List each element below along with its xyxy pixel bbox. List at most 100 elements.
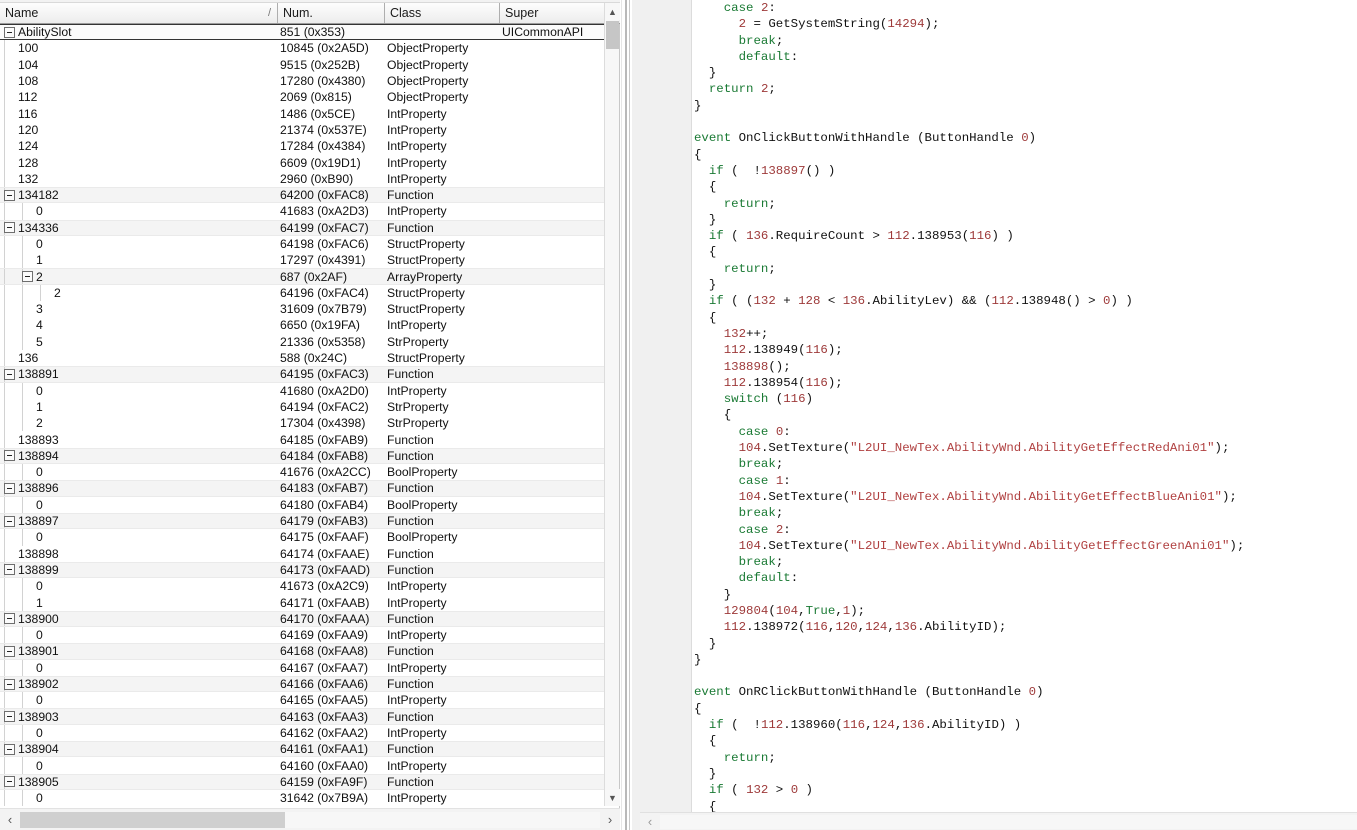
table-row[interactable]: 138904 64161 (0xFAA1) Function bbox=[0, 741, 605, 758]
table-row[interactable]: 116 1486 (0x5CE) IntProperty bbox=[0, 105, 605, 122]
table-row[interactable]: 0 41680 (0xA2D0) IntProperty bbox=[0, 382, 605, 399]
table-row[interactable]: 0 64167 (0xFAA7) IntProperty bbox=[0, 659, 605, 676]
column-header-class[interactable]: Class bbox=[385, 3, 500, 23]
table-row[interactable]: 138898 64174 (0xFAAE) Function bbox=[0, 545, 605, 562]
tree-node-label: 0 bbox=[36, 237, 43, 251]
tree-cell-class: IntProperty bbox=[387, 106, 447, 121]
collapse-toggle-icon[interactable] bbox=[4, 368, 15, 380]
table-row[interactable]: 120 21374 (0x537E) IntProperty bbox=[0, 121, 605, 139]
tree-cell-name: 138901 bbox=[0, 644, 278, 659]
collapse-toggle-icon[interactable] bbox=[4, 678, 15, 690]
collapse-toggle-icon[interactable] bbox=[4, 222, 15, 234]
table-row[interactable]: 108 17280 (0x4380) ObjectProperty bbox=[0, 72, 605, 90]
collapse-toggle-icon[interactable] bbox=[4, 743, 15, 755]
tree-cell-name: 138893 bbox=[0, 431, 278, 448]
table-row[interactable]: AbilitySlot 851 (0x353) UICommonAPI bbox=[0, 24, 605, 41]
collapse-toggle-icon[interactable] bbox=[4, 26, 15, 38]
tree-node-label: 138901 bbox=[18, 644, 59, 659]
tree-rows-container[interactable]: AbilitySlot 851 (0x353) UICommonAPI 100 1084… bbox=[0, 24, 605, 806]
collapse-toggle-icon[interactable] bbox=[4, 515, 15, 527]
code-editor-viewport[interactable]: case 2: 2 = GetSystemString(14294); brea… bbox=[692, 0, 1357, 812]
collapse-toggle-icon[interactable] bbox=[4, 645, 15, 657]
table-row[interactable]: 5 21336 (0x5358) StrProperty bbox=[0, 333, 605, 350]
tree-node-label: 138893 bbox=[18, 432, 59, 447]
tree-horizontal-scroll-thumb[interactable] bbox=[20, 811, 285, 828]
table-row[interactable]: 3 31609 (0x7B79) StructProperty bbox=[0, 301, 605, 318]
table-row[interactable]: 0 41676 (0xA2CC) BoolProperty bbox=[0, 464, 605, 481]
code-horizontal-scrollbar[interactable]: ‹ bbox=[640, 812, 1357, 830]
table-row[interactable]: 132 2960 (0xB90) IntProperty bbox=[0, 170, 605, 187]
scroll-down-icon[interactable]: ▼ bbox=[605, 789, 620, 806]
table-row[interactable]: 136 588 (0x24C) StructProperty bbox=[0, 349, 605, 367]
column-header-super[interactable]: Super bbox=[500, 3, 605, 23]
table-row[interactable]: 138905 64159 (0xFA9F) Function bbox=[0, 773, 605, 790]
table-row[interactable]: 0 41673 (0xA2C9) IntProperty bbox=[0, 578, 605, 595]
table-row[interactable]: 138891 64195 (0xFAC3) Function bbox=[0, 366, 605, 383]
table-row[interactable]: 138901 64168 (0xFAA8) Function bbox=[0, 643, 605, 660]
property-tree-panel: Name / Num. Class Super AbilitySlot 851 (… bbox=[0, 0, 620, 830]
tree-cell-name: 138896 bbox=[0, 481, 278, 496]
table-row[interactable]: 112 2069 (0x815) ObjectProperty bbox=[0, 89, 605, 106]
tree-horizontal-scroll-track[interactable] bbox=[20, 811, 600, 828]
tree-cell-num: 64173 (0xFAAD) bbox=[280, 562, 371, 577]
table-row[interactable]: 0 64160 (0xFAA0) IntProperty bbox=[0, 757, 605, 774]
tree-cell-name: 138905 bbox=[0, 774, 278, 789]
collapse-toggle-icon[interactable] bbox=[4, 776, 15, 788]
scroll-up-icon[interactable]: ▲ bbox=[605, 3, 620, 20]
table-row[interactable]: 100 10845 (0x2A5D) ObjectProperty bbox=[0, 40, 605, 57]
table-row[interactable]: 1 64194 (0xFAC2) StrProperty bbox=[0, 398, 605, 416]
table-row[interactable]: 134336 64199 (0xFAC7) Function bbox=[0, 219, 605, 236]
table-row[interactable]: 104 9515 (0x252B) ObjectProperty bbox=[0, 56, 605, 73]
table-row[interactable]: 138902 64166 (0xFAA6) Function bbox=[0, 675, 605, 693]
collapse-toggle-icon[interactable] bbox=[4, 613, 15, 625]
table-row[interactable]: 138893 64185 (0xFAB9) Function bbox=[0, 431, 605, 448]
table-row[interactable]: 4 6650 (0x19FA) IntProperty bbox=[0, 317, 605, 334]
code-text[interactable]: case 2: 2 = GetSystemString(14294); brea… bbox=[692, 0, 1357, 812]
table-row[interactable]: 0 64165 (0xFAA5) IntProperty bbox=[0, 692, 605, 709]
table-row[interactable]: 138896 64183 (0xFAB7) Function bbox=[0, 480, 605, 497]
column-header-num[interactable]: Num. bbox=[278, 3, 385, 23]
collapse-toggle-icon[interactable] bbox=[4, 711, 15, 723]
tree-cell-name: 104 bbox=[0, 56, 278, 73]
table-row[interactable]: 2 64196 (0xFAC4) StructProperty bbox=[0, 284, 605, 302]
table-row[interactable]: 138899 64173 (0xFAAD) Function bbox=[0, 561, 605, 579]
table-row[interactable]: 1 17297 (0x4391) StructProperty bbox=[0, 252, 605, 269]
collapse-toggle-icon[interactable] bbox=[4, 482, 15, 494]
tree-horizontal-scrollbar[interactable]: ‹ › bbox=[0, 808, 620, 830]
tree-cell-num: 64169 (0xFAA9) bbox=[280, 628, 369, 643]
table-row[interactable]: 2 17304 (0x4398) StrProperty bbox=[0, 415, 605, 432]
scroll-left-icon[interactable]: ‹ bbox=[0, 810, 20, 830]
code-scroll-left-icon[interactable]: ‹ bbox=[640, 812, 660, 830]
collapse-toggle-icon[interactable] bbox=[4, 450, 15, 462]
tree-cell-num: 64161 (0xFAA1) bbox=[280, 742, 369, 757]
code-horizontal-scroll-track[interactable] bbox=[660, 814, 1357, 829]
table-row[interactable]: 0 64198 (0xFAC6) StructProperty bbox=[0, 235, 605, 253]
table-row[interactable]: 0 64162 (0xFAA2) IntProperty bbox=[0, 724, 605, 742]
collapse-toggle-icon[interactable] bbox=[4, 564, 15, 576]
table-row[interactable]: 0 41683 (0xA2D3) IntProperty bbox=[0, 203, 605, 220]
table-row[interactable]: 0 64169 (0xFAA9) IntProperty bbox=[0, 626, 605, 644]
tree-cell-name: 138891 bbox=[0, 367, 278, 382]
table-row[interactable]: 0 31642 (0x7B9A) IntProperty bbox=[0, 789, 605, 806]
table-row[interactable]: 0 64180 (0xFAB4) BoolProperty bbox=[0, 496, 605, 513]
table-row[interactable]: 134182 64200 (0xFAC8) Function bbox=[0, 186, 605, 204]
collapse-toggle-icon[interactable] bbox=[22, 271, 33, 283]
table-row[interactable]: 2 687 (0x2AF) ArrayProperty bbox=[0, 268, 605, 285]
collapse-toggle-icon[interactable] bbox=[4, 189, 15, 201]
column-header-name[interactable]: Name / bbox=[0, 3, 278, 23]
tree-vertical-scrollbar[interactable]: ▲ ▼ bbox=[604, 3, 620, 806]
tree-cell-class: StructProperty bbox=[387, 302, 465, 317]
splitter-grip[interactable] bbox=[625, 0, 627, 830]
tree-vertical-scroll-thumb[interactable] bbox=[606, 21, 619, 49]
tree-cell-name: 112 bbox=[0, 89, 278, 106]
table-row[interactable]: 0 64175 (0xFAAF) BoolProperty bbox=[0, 529, 605, 546]
table-row[interactable]: 138900 64170 (0xFAAA) Function bbox=[0, 610, 605, 627]
table-row[interactable]: 138903 64163 (0xFAA3) Function bbox=[0, 708, 605, 725]
table-row[interactable]: 138897 64179 (0xFAB3) Function bbox=[0, 512, 605, 530]
column-header-num-label: Num. bbox=[283, 6, 313, 20]
scroll-right-icon[interactable]: › bbox=[600, 810, 620, 830]
table-row[interactable]: 128 6609 (0x19D1) IntProperty bbox=[0, 154, 605, 171]
table-row[interactable]: 138894 64184 (0xFAB8) Function bbox=[0, 447, 605, 465]
table-row[interactable]: 1 64171 (0xFAAB) IntProperty bbox=[0, 594, 605, 611]
table-row[interactable]: 124 17284 (0x4384) IntProperty bbox=[0, 138, 605, 155]
